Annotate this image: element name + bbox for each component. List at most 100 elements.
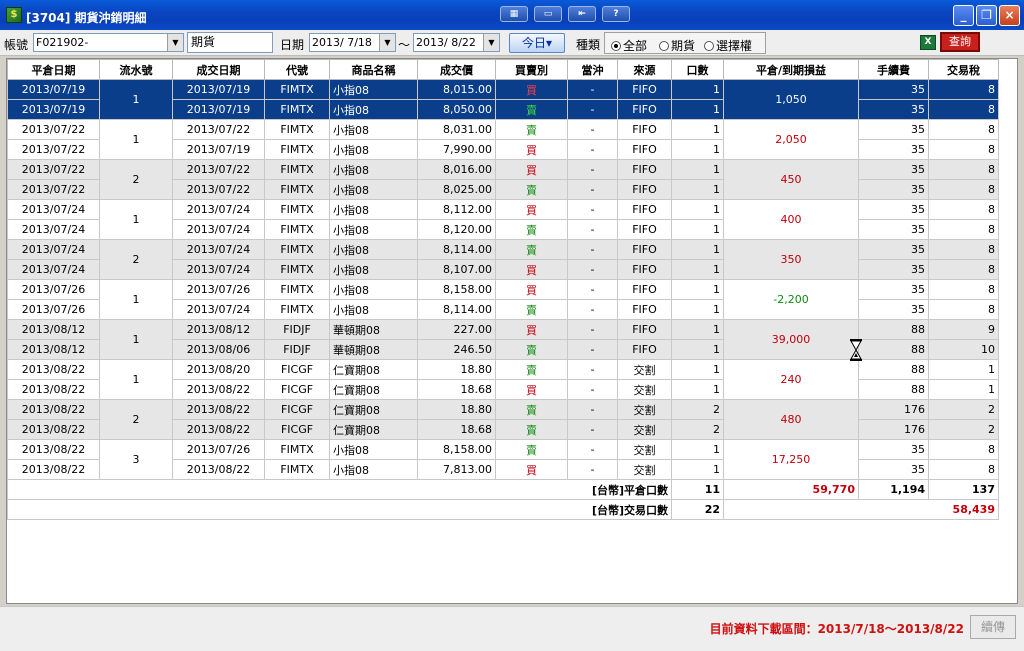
source-cell: FIFO: [617, 319, 672, 340]
side-cell: 賣: [495, 99, 568, 120]
code-cell: FIMTX: [264, 99, 330, 120]
tax-cell: 8: [928, 239, 999, 260]
kind-label: 種類: [576, 38, 601, 52]
column-header[interactable]: 流水號: [99, 59, 173, 80]
close-date-cell: 2013/08/22: [7, 459, 100, 480]
code-cell: FIMTX: [264, 279, 330, 300]
column-header[interactable]: 來源: [617, 59, 672, 80]
price-cell: 8,025.00: [417, 179, 496, 200]
table-row[interactable]: 2013/07/19 1 2013/07/19 FIMTX 小指08 8,015.00 買 -…: [7, 79, 999, 120]
column-header[interactable]: 代號: [264, 59, 330, 80]
today-button[interactable]: 今日▾: [509, 33, 565, 53]
window-icon[interactable]: ▭: [534, 6, 562, 22]
help-icon[interactable]: ?: [602, 6, 630, 22]
date-from-picker[interactable]: 2013/ 7/18 ▼: [309, 33, 396, 52]
table-row[interactable]: 2013/07/26 1 2013/07/26 FIMTX 小指08 8,158.00 買 -…: [7, 279, 999, 320]
side-cell: 買: [495, 259, 568, 280]
excel-export-icon[interactable]: X: [920, 35, 936, 50]
radio-options[interactable]: 選擇權: [704, 37, 752, 54]
daytrade-cell: -: [567, 279, 618, 300]
radio-futures[interactable]: 期貨: [659, 37, 695, 54]
trade-date-cell: 2013/08/22: [172, 419, 265, 440]
daytrade-cell: -: [567, 459, 618, 480]
table-row[interactable]: 2013/08/12 1 2013/08/12 FIDJF 華頓期08 227.00 買 - F…: [7, 319, 999, 360]
source-cell: 交割: [617, 399, 672, 420]
trade-date-cell: 2013/07/24: [172, 199, 265, 220]
radio-futures-label: 期貨: [671, 39, 696, 53]
column-header[interactable]: 交易稅: [928, 59, 999, 80]
tax-cell: 8: [928, 159, 999, 180]
fee-cell: 35: [858, 259, 929, 280]
table-row[interactable]: 2013/08/22 3 2013/07/26 FIMTX 小指08 8,158.00 賣 -…: [7, 439, 999, 480]
code-cell: FIMTX: [264, 179, 330, 200]
source-cell: FIFO: [617, 279, 672, 300]
close-pnl-total: 59,770: [723, 479, 859, 500]
column-header[interactable]: 當沖: [567, 59, 618, 80]
table-row[interactable]: 2013/07/22 2 2013/07/22 FIMTX 小指08 8,016.00 買 -…: [7, 159, 999, 200]
product-cell: 小指08: [329, 279, 418, 300]
qty-cell: 1: [671, 279, 724, 300]
column-header[interactable]: 手續費: [858, 59, 929, 80]
query-button[interactable]: 查詢: [940, 32, 980, 52]
close-qty-label: [台幣]平倉口數: [7, 479, 672, 500]
source-cell: FIFO: [617, 99, 672, 120]
product-cell: 小指08: [329, 199, 418, 220]
account-select[interactable]: F021902- ▼: [33, 33, 184, 52]
product-cell: 小指08: [329, 179, 418, 200]
qty-cell: 1: [671, 139, 724, 160]
price-cell: 8,114.00: [417, 299, 496, 320]
product-field[interactable]: 期貨: [187, 32, 273, 53]
daytrade-cell: -: [567, 179, 618, 200]
seq-cell: 2: [99, 159, 173, 200]
qty-cell: 1: [671, 179, 724, 200]
column-header[interactable]: 成交價: [417, 59, 496, 80]
download-range-text: 目前資料下載區間：2013/7/18～2013/8/22: [709, 622, 964, 636]
qty-cell: 1: [671, 259, 724, 280]
tax-cell: 8: [928, 139, 999, 160]
price-cell: 227.00: [417, 319, 496, 340]
restore-icon[interactable]: ❐: [976, 5, 997, 26]
daytrade-cell: -: [567, 219, 618, 240]
table-row[interactable]: 2013/08/22 2 2013/08/22 FICGF 仁寶期08 18.80 賣 - 交割…: [7, 399, 999, 440]
price-cell: 18.68: [417, 379, 496, 400]
close-date-cell: 2013/08/12: [7, 339, 100, 360]
side-cell: 賣: [495, 399, 568, 420]
layout-icon[interactable]: ▦: [500, 6, 528, 22]
date-to-picker[interactable]: 2013/ 8/22 ▼: [413, 33, 500, 52]
radio-all[interactable]: 全部: [611, 37, 647, 54]
side-cell: 買: [495, 379, 568, 400]
price-cell: 246.50: [417, 339, 496, 360]
column-header[interactable]: 商品名稱: [329, 59, 418, 80]
data-grid[interactable]: 平倉日期 流水號 成交日期 代號 商品名稱 成交價 買賣別 當沖 來源 口數 平倉/到期損益 手續費交…: [6, 58, 1018, 604]
filter-toolbar: 帳號 F021902- ▼ 期貨 日期 2013/ 7/18 ▼ ～ 2013/…: [0, 30, 1024, 56]
trade-date-cell: 2013/07/19: [172, 99, 265, 120]
column-header[interactable]: 口數: [671, 59, 724, 80]
table-row[interactable]: 2013/07/24 2 2013/07/24 FIMTX 小指08 8,114.00 賣 -…: [7, 239, 999, 280]
fee-cell: 35: [858, 159, 929, 180]
trade-date-cell: 2013/07/24: [172, 259, 265, 280]
column-header[interactable]: 平倉日期: [7, 59, 100, 80]
side-cell: 賣: [495, 299, 568, 320]
export-icon[interactable]: ⇤: [568, 6, 596, 22]
daytrade-cell: -: [567, 259, 618, 280]
price-cell: 18.80: [417, 359, 496, 380]
close-icon[interactable]: ×: [999, 5, 1020, 26]
product-cell: 小指08: [329, 459, 418, 480]
resend-button[interactable]: 續傳: [970, 615, 1016, 639]
close-date-cell: 2013/08/12: [7, 319, 100, 340]
source-cell: FIFO: [617, 179, 672, 200]
column-header[interactable]: 買賣別: [495, 59, 568, 80]
column-header[interactable]: 平倉/到期損益: [723, 59, 859, 80]
table-row[interactable]: 2013/08/22 1 2013/08/20 FICGF 仁寶期08 18.80 賣 - 交割…: [7, 359, 999, 400]
column-header[interactable]: 成交日期: [172, 59, 265, 80]
code-cell: FIMTX: [264, 119, 330, 140]
table-row[interactable]: 2013/07/22 1 2013/07/22 FIMTX 小指08 8,031.00 賣 -…: [7, 119, 999, 160]
table-row[interactable]: 2013/07/24 1 2013/07/24 FIMTX 小指08 8,112.00 買 -…: [7, 199, 999, 240]
trade-date-cell: 2013/08/06: [172, 339, 265, 360]
price-cell: 8,120.00: [417, 219, 496, 240]
side-cell: 買: [495, 459, 568, 480]
product-cell: 仁寶期08: [329, 359, 418, 380]
minimize-icon[interactable]: _: [953, 5, 974, 26]
fee-cell: 35: [858, 119, 929, 140]
status-bar: 目前資料下載區間：2013/7/18～2013/8/22 續傳: [0, 606, 1024, 651]
